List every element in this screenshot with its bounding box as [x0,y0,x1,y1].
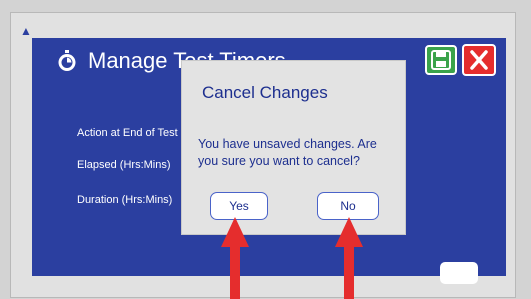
yes-button[interactable]: Yes [210,192,268,220]
dialog-message: You have unsaved changes. Are you sure y… [198,137,377,168]
back-icon[interactable]: ▲ [20,25,32,37]
cancel-changes-dialog: Cancel Changes You have unsaved changes.… [181,60,406,235]
floppy-disk-icon [431,50,451,70]
partial-button[interactable] [440,262,478,284]
close-icon [470,50,488,70]
dialog-title: Cancel Changes [202,83,328,102]
duration-label: Duration (Hrs:Mins) [77,194,173,206]
close-button[interactable] [462,44,496,76]
action-at-end-label: Action at End of Test [77,127,178,139]
elapsed-label: Elapsed (Hrs:Mins) [77,159,171,171]
arrow-up-icon [335,217,363,299]
save-button[interactable] [425,45,457,75]
arrow-up-icon [221,217,249,299]
no-button[interactable]: No [317,192,379,220]
stopwatch-icon [56,50,78,72]
